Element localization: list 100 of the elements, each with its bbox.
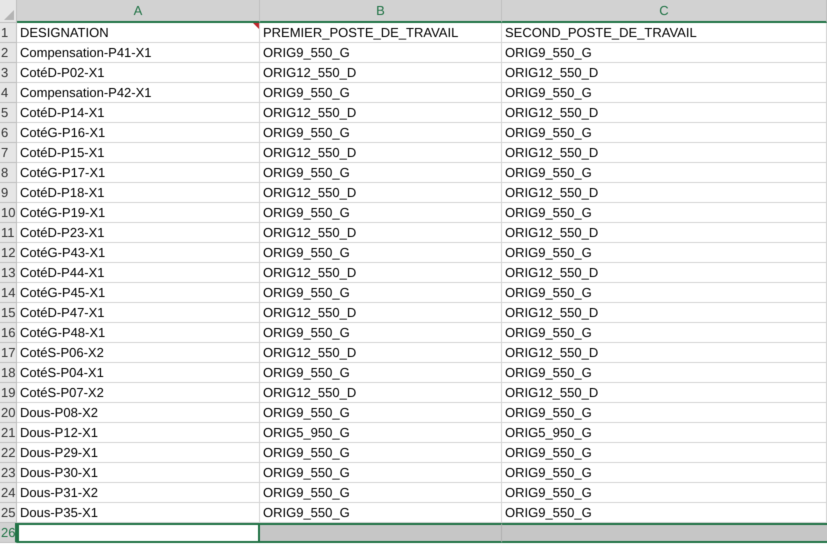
table-cell[interactable]: ORIG12_550_D [502,103,827,123]
row-header[interactable]: 12 [0,243,17,263]
table-cell[interactable]: ORIG9_550_G [502,43,827,63]
table-cell[interactable]: ORIG12_550_D [502,183,827,203]
table-cell[interactable]: ORIG12_550_D [260,383,502,403]
table-cell[interactable]: Dous-P29-X1 [17,443,260,463]
table-cell[interactable]: ORIG9_550_G [260,503,502,523]
table-cell[interactable]: Dous-P12-X1 [17,423,260,443]
table-cell[interactable]: ORIG9_550_G [260,483,502,503]
table-cell[interactable]: ORIG9_550_G [260,323,502,343]
table-cell[interactable]: ORIG9_550_G [502,203,827,223]
table-cell[interactable]: CotéD-P23-X1 [17,223,260,243]
row-header[interactable]: 18 [0,363,17,383]
table-cell[interactable]: ORIG9_550_G [260,363,502,383]
table-cell[interactable]: Compensation-P42-X1 [17,83,260,103]
table-cell[interactable]: ORIG9_550_G [502,503,827,523]
row-header[interactable]: 3 [0,63,17,83]
table-cell[interactable]: DESIGNATION [17,23,260,43]
table-cell[interactable]: ORIG9_550_G [502,403,827,423]
table-cell[interactable]: CotéD-P44-X1 [17,263,260,283]
table-cell[interactable]: ORIG9_550_G [260,123,502,143]
table-cell[interactable]: ORIG9_550_G [260,203,502,223]
table-cell[interactable]: ORIG9_550_G [502,363,827,383]
column-header[interactable]: C [502,0,827,23]
table-cell[interactable]: CotéS-P04-X1 [17,363,260,383]
table-cell[interactable]: CotéD-P02-X1 [17,63,260,83]
table-cell[interactable]: ORIG9_550_G [502,163,827,183]
table-cell[interactable]: ORIG9_550_G [260,283,502,303]
row-header[interactable]: 6 [0,123,17,143]
row-header[interactable]: 25 [0,503,17,523]
table-cell[interactable]: ORIG12_550_D [260,343,502,363]
table-cell[interactable]: Dous-P31-X2 [17,483,260,503]
table-cell[interactable]: ORIG9_550_G [502,463,827,483]
table-cell[interactable]: CotéD-P15-X1 [17,143,260,163]
table-cell[interactable]: CotéG-P17-X1 [17,163,260,183]
table-cell[interactable]: CotéS-P06-X2 [17,343,260,363]
row-header[interactable]: 20 [0,403,17,423]
table-cell[interactable]: ORIG9_550_G [502,323,827,343]
table-cell[interactable]: ORIG5_950_G [260,423,502,443]
table-cell[interactable]: ORIG9_550_G [260,43,502,63]
table-cell[interactable]: ORIG12_550_D [502,303,827,323]
active-cell[interactable] [17,523,260,543]
row-header[interactable]: 4 [0,83,17,103]
row-header[interactable]: 23 [0,463,17,483]
table-cell[interactable]: CotéG-P45-X1 [17,283,260,303]
table-cell[interactable]: ORIG9_550_G [502,83,827,103]
table-cell[interactable]: ORIG9_550_G [260,83,502,103]
selected-cell[interactable] [502,523,827,543]
table-cell[interactable]: Compensation-P41-X1 [17,43,260,63]
table-cell[interactable]: CotéS-P07-X2 [17,383,260,403]
row-header[interactable]: 24 [0,483,17,503]
table-cell[interactable]: CotéG-P19-X1 [17,203,260,223]
table-cell[interactable]: PREMIER_POSTE_DE_TRAVAIL [260,23,502,43]
table-cell[interactable]: CotéD-P47-X1 [17,303,260,323]
table-cell[interactable]: ORIG12_550_D [260,263,502,283]
row-header[interactable]: 13 [0,263,17,283]
row-header[interactable]: 9 [0,183,17,203]
table-cell[interactable]: ORIG9_550_G [260,403,502,423]
selected-cell[interactable] [260,523,502,543]
table-cell[interactable]: ORIG9_550_G [502,243,827,263]
row-header[interactable]: 16 [0,323,17,343]
table-cell[interactable]: Dous-P08-X2 [17,403,260,423]
row-header[interactable]: 5 [0,103,17,123]
row-header[interactable]: 14 [0,283,17,303]
table-cell[interactable]: Dous-P35-X1 [17,503,260,523]
table-cell[interactable]: ORIG12_550_D [502,263,827,283]
table-cell[interactable]: ORIG9_550_G [502,123,827,143]
table-cell[interactable]: ORIG12_550_D [260,223,502,243]
row-header[interactable]: 8 [0,163,17,183]
row-header[interactable]: 10 [0,203,17,223]
table-cell[interactable]: ORIG12_550_D [260,143,502,163]
table-cell[interactable]: CotéG-P48-X1 [17,323,260,343]
table-cell[interactable]: ORIG9_550_G [502,443,827,463]
row-header[interactable]: 2 [0,43,17,63]
table-cell[interactable]: CotéG-P16-X1 [17,123,260,143]
row-header[interactable]: 11 [0,223,17,243]
row-header[interactable]: 1 [0,23,17,43]
row-header[interactable]: 21 [0,423,17,443]
row-header[interactable]: 22 [0,443,17,463]
table-cell[interactable]: ORIG12_550_D [502,343,827,363]
table-cell[interactable]: SECOND_POSTE_DE_TRAVAIL [502,23,827,43]
table-cell[interactable]: CotéD-P18-X1 [17,183,260,203]
table-cell[interactable]: ORIG12_550_D [502,383,827,403]
table-cell[interactable]: CotéD-P14-X1 [17,103,260,123]
table-cell[interactable]: ORIG9_550_G [260,243,502,263]
table-cell[interactable]: ORIG12_550_D [260,303,502,323]
row-header[interactable]: 15 [0,303,17,323]
row-header[interactable]: 26 [0,523,17,543]
table-cell[interactable]: ORIG9_550_G [260,443,502,463]
table-cell[interactable]: ORIG12_550_D [260,63,502,83]
row-header[interactable]: 17 [0,343,17,363]
table-cell[interactable]: ORIG12_550_D [502,223,827,243]
table-cell[interactable]: ORIG12_550_D [502,63,827,83]
table-cell[interactable]: ORIG9_550_G [260,163,502,183]
table-cell[interactable]: ORIG9_550_G [502,283,827,303]
table-cell[interactable]: ORIG12_550_D [502,143,827,163]
table-cell[interactable]: ORIG9_550_G [260,463,502,483]
row-header[interactable]: 7 [0,143,17,163]
table-cell[interactable]: ORIG12_550_D [260,103,502,123]
table-cell[interactable]: ORIG12_550_D [260,183,502,203]
